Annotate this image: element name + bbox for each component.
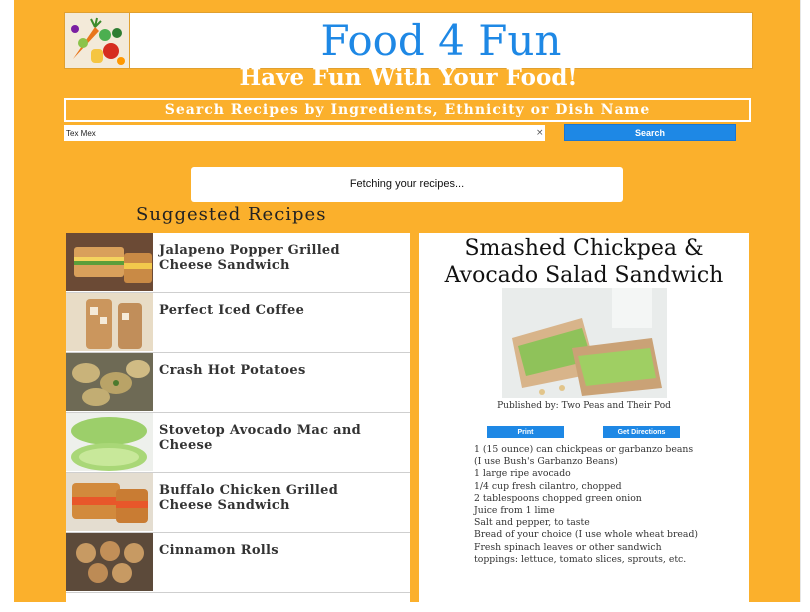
ingredient-item: 2 tablespoons chopped green onion: [474, 492, 642, 504]
search-button[interactable]: Search: [564, 124, 736, 141]
recipe-title: Cinnamon Rolls: [159, 543, 279, 558]
site-title: Food 4 Fun: [320, 16, 562, 65]
recipe-thumbnail: [66, 473, 153, 531]
list-item[interactable]: Cinnamon Rolls: [66, 533, 410, 593]
vegetables-logo-image: [65, 13, 129, 68]
recipe-thumbnail: [66, 353, 153, 411]
ingredient-item: Fresh spinach leaves or other sandwich t…: [474, 541, 687, 565]
recipe-thumbnail: [66, 533, 153, 591]
recipe-title: Buffalo Chicken Grilled Cheese Sandwich: [159, 483, 339, 513]
search-label: Search Recipes by Ingredients, Ethnicity…: [64, 98, 751, 122]
clear-icon[interactable]: ×: [536, 128, 544, 138]
ingredients-list: 1 (15 ounce) can chickpeas or garbanzo b…: [474, 444, 699, 566]
ingredient-item: Bread of your choice (I use whole wheat …: [474, 529, 699, 541]
site-tagline: Have Fun With Your Food!: [239, 64, 578, 91]
suggested-recipes-heading: Suggested Recipes: [136, 204, 327, 225]
get-directions-button[interactable]: Get Directions: [603, 426, 680, 438]
recipe-thumbnail: [66, 293, 153, 351]
ingredient-item: Juice from 1 lime: [474, 505, 555, 517]
ingredient-item: 1 (15 ounce) can chickpeas or garbanzo b…: [474, 444, 694, 468]
app-frame: Food 4 Fun Have Fun With Your Food! Sear…: [14, 0, 801, 602]
ingredient-item: 1/4 cup fresh cilantro, chopped: [474, 480, 622, 492]
list-item[interactable]: Stovetop Avocado Mac and Cheese: [66, 413, 410, 473]
recipe-detail-image: [502, 288, 667, 398]
recipe-thumbnail: [66, 233, 153, 291]
suggested-recipes-list: Jalapeno Popper Grilled Cheese Sandwich …: [66, 233, 410, 602]
recipe-title: Jalapeno Popper Grilled Cheese Sandwich: [159, 243, 340, 273]
recipe-publisher: Published by: Two Peas and Their Pod: [497, 401, 671, 411]
vegetables-logo: [65, 13, 130, 68]
recipe-title: Stovetop Avocado Mac and Cheese: [159, 423, 362, 453]
list-item[interactable]: Crash Hot Potatoes: [66, 353, 410, 413]
recipe-thumbnail: [66, 413, 153, 471]
list-item[interactable]: Perfect Iced Coffee: [66, 293, 410, 353]
list-item[interactable]: Jalapeno Popper Grilled Cheese Sandwich: [66, 233, 410, 293]
print-button[interactable]: Print: [487, 426, 564, 438]
search-input[interactable]: [64, 125, 545, 141]
recipe-detail-title: Smashed Chickpea & Avocado Salad Sandwic…: [444, 236, 724, 288]
recipe-title: Crash Hot Potatoes: [159, 363, 306, 378]
ingredient-item: 1 large ripe avocado: [474, 468, 571, 480]
recipe-title: Perfect Iced Coffee: [159, 303, 305, 318]
ingredient-item: Salt and pepper, to taste: [474, 517, 590, 529]
status-message: Fetching your recipes...: [191, 167, 623, 202]
site-header: Food 4 Fun: [64, 12, 753, 69]
recipe-detail-panel: Smashed Chickpea & Avocado Salad Sandwic…: [419, 233, 749, 602]
list-item[interactable]: Buffalo Chicken Grilled Cheese Sandwich: [66, 473, 410, 533]
